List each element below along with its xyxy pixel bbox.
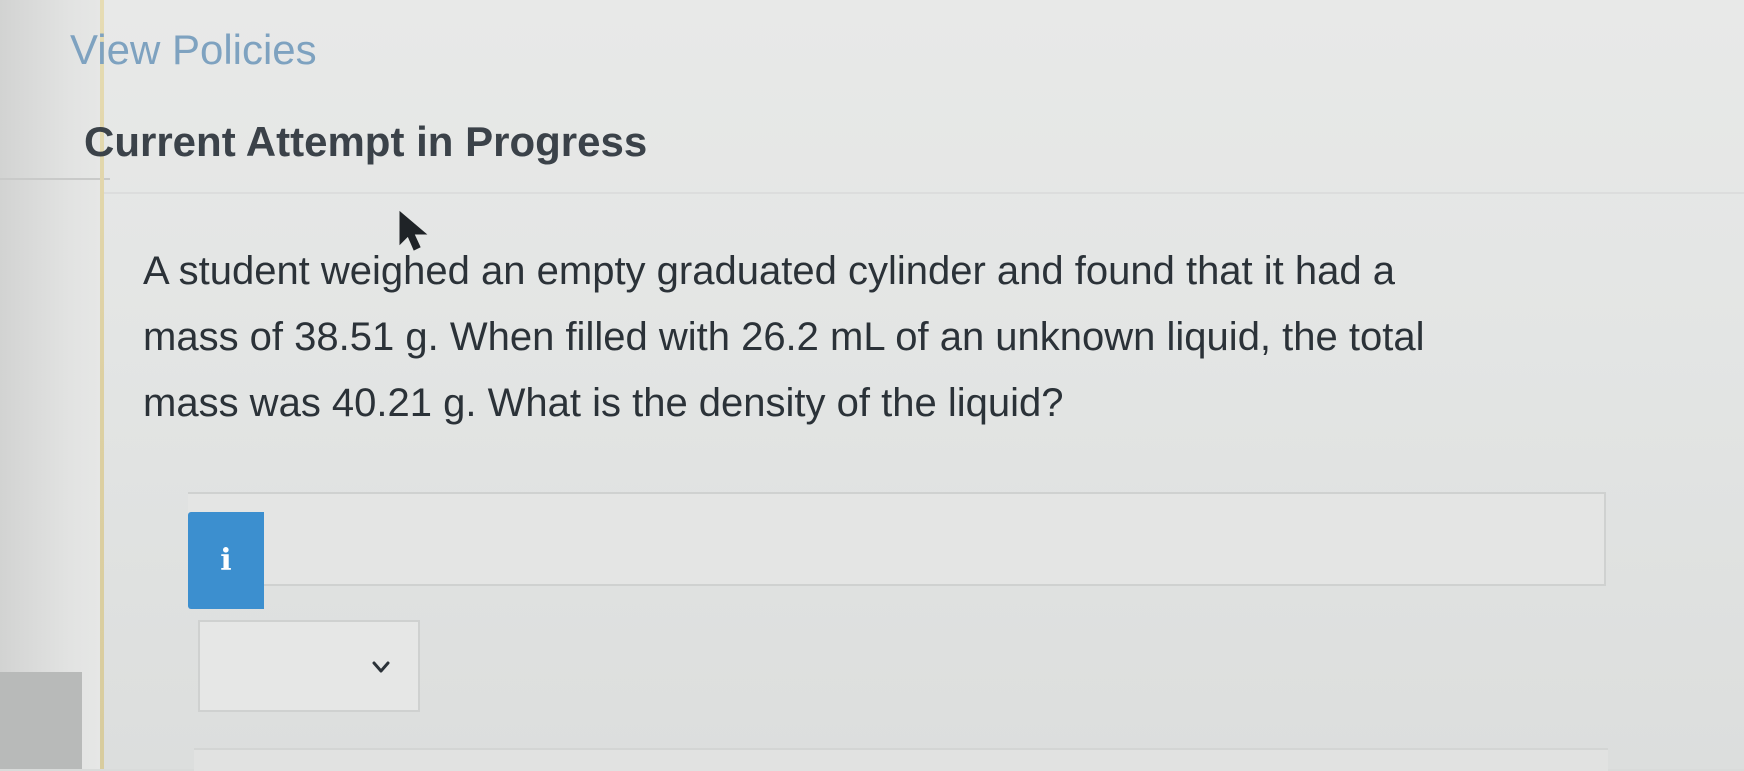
chevron-down-icon: [372, 661, 390, 673]
info-button[interactable]: i: [188, 512, 264, 609]
left-panel-block: [0, 672, 82, 769]
question-text: A student weighed an empty graduated cyl…: [143, 238, 1623, 436]
mouse-pointer-icon: [399, 210, 428, 251]
next-field-edge: [194, 748, 1608, 771]
info-icon: i: [220, 543, 232, 578]
question-line: mass of 38.51 g. When filled with 26.2 m…: [143, 315, 1425, 359]
screen: View Policies Current Attempt in Progres…: [0, 0, 1744, 771]
question-line: mass was 40.21 g. What is the density of…: [143, 381, 1064, 425]
unit-dropdown[interactable]: [198, 620, 420, 712]
content-edge-border: [100, 0, 104, 769]
left-divider: [0, 178, 110, 180]
section-divider: [104, 192, 1744, 194]
answer-input[interactable]: [264, 512, 1598, 586]
question-line: A student weighed an empty graduated cyl…: [143, 249, 1395, 293]
view-policies-link[interactable]: View Policies: [70, 26, 317, 74]
attempt-status-heading: Current Attempt in Progress: [84, 118, 648, 165]
left-gutter: [0, 0, 100, 769]
